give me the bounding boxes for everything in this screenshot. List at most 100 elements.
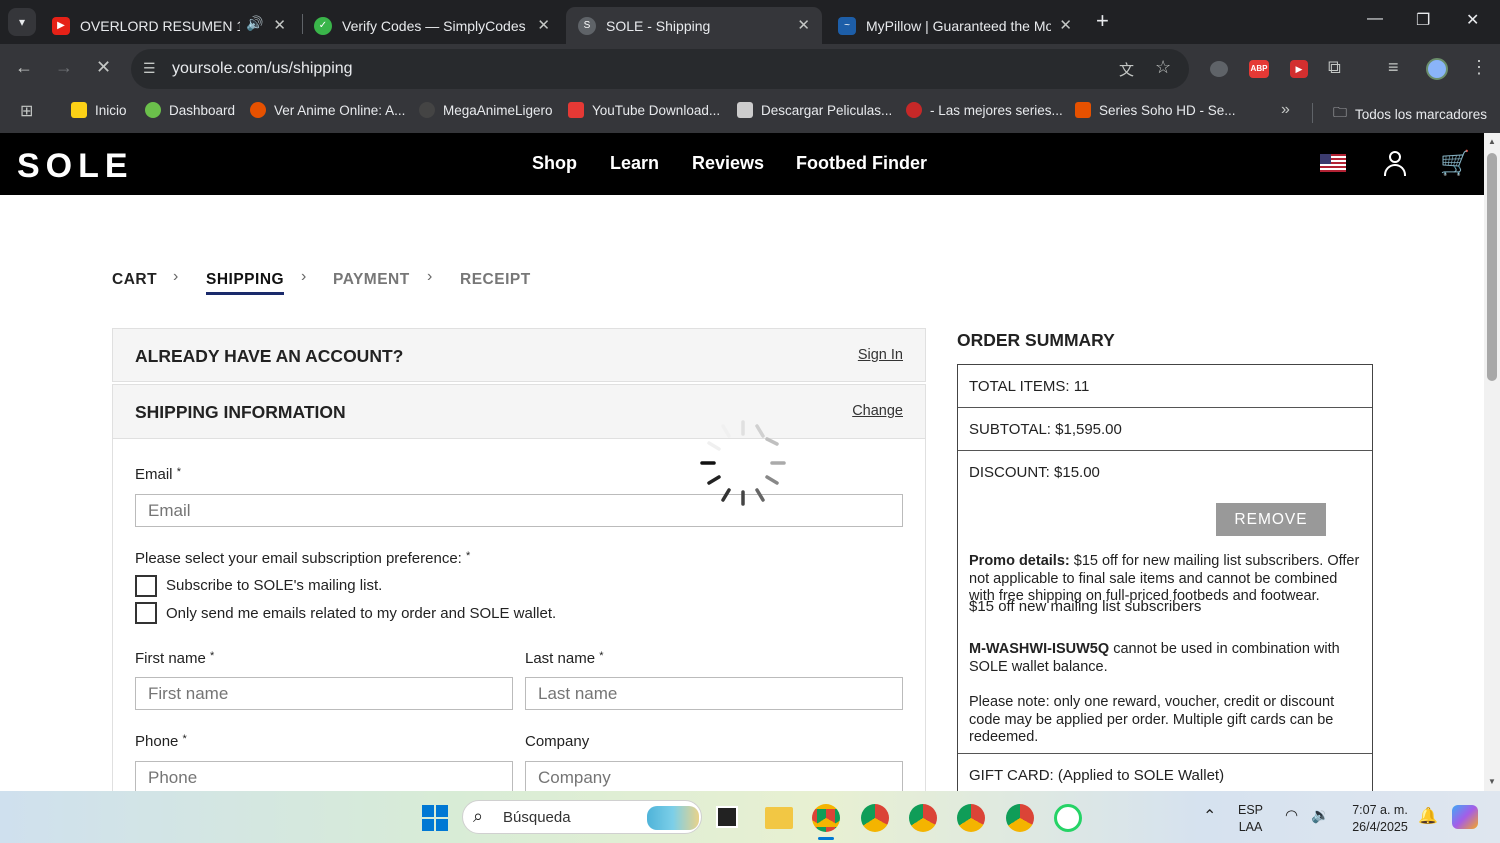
page-scrollbar[interactable]: ▲ ▼	[1484, 133, 1500, 791]
video-downloader-icon[interactable]: ▶	[1290, 60, 1308, 78]
close-window-icon[interactable]: ✕	[1466, 10, 1479, 30]
language-indicator[interactable]: ESP LAA	[1238, 802, 1263, 836]
adblock-icon[interactable]: ABP	[1249, 60, 1269, 78]
notifications-icon[interactable]: 🔔	[1418, 806, 1438, 826]
company-field[interactable]	[525, 761, 903, 794]
gift-card-text: GIFT CARD: (Applied to SOLE Wallet)	[969, 767, 1225, 784]
bookmark-descargar-peliculas[interactable]: Descargar Peliculas...	[737, 102, 892, 118]
close-tab-icon[interactable]: ✕	[1059, 16, 1072, 34]
chrome-profile-4-icon[interactable]	[957, 804, 985, 832]
extension-icon[interactable]	[1210, 61, 1228, 77]
taskbar-search[interactable]: ⌕ Búsqueda	[462, 800, 702, 834]
breadcrumb-cart[interactable]: CART	[112, 271, 157, 289]
all-bookmarks-folder[interactable]: 🗀 Todos los marcadores	[1333, 102, 1487, 126]
close-tab-icon[interactable]: ✕	[273, 16, 286, 34]
order-emails-checkbox[interactable]	[135, 602, 157, 624]
site-info-icon[interactable]: ☰	[143, 60, 156, 77]
breadcrumb-shipping[interactable]: SHIPPING	[206, 271, 285, 295]
order-emails-option-label[interactable]: Only send me emails related to my order …	[166, 605, 556, 622]
sole-logo[interactable]: SOLE	[17, 147, 134, 186]
change-link[interactable]: Change	[852, 403, 903, 419]
tab-mypillow[interactable]: ~ MyPillow | Guaranteed the Mos ✕	[826, 7, 1084, 44]
nav-shop[interactable]: Shop	[532, 153, 577, 174]
email-field[interactable]	[135, 494, 903, 527]
scrollbar-thumb[interactable]	[1487, 153, 1497, 381]
stop-loading-icon[interactable]: ✕	[96, 57, 111, 78]
whatsapp-icon[interactable]	[1054, 804, 1082, 832]
tab-simplycodes[interactable]: ✓ Verify Codes — SimplyCodes ✕	[302, 7, 562, 44]
url-text[interactable]: yoursole.com/us/shipping	[172, 60, 353, 78]
sign-in-link[interactable]: Sign In	[858, 347, 903, 363]
bookmark-star-icon[interactable]: ☆	[1155, 57, 1171, 78]
last-name-field[interactable]	[525, 677, 903, 710]
chrome-profile-2-icon[interactable]	[861, 804, 889, 832]
bookmark-mejores-series[interactable]: - Las mejores series...	[906, 102, 1063, 118]
nav-footbed-finder[interactable]: Footbed Finder	[796, 153, 927, 174]
search-icon: ⌕	[473, 806, 484, 826]
scroll-down-icon[interactable]: ▼	[1488, 777, 1496, 786]
chrome-profile-5-icon[interactable]	[1006, 804, 1034, 832]
windows-start-icon[interactable]	[422, 805, 448, 831]
restore-icon[interactable]: ❐	[1416, 10, 1430, 30]
task-view-icon[interactable]	[716, 806, 738, 828]
bookmark-dashboard[interactable]: Dashboard	[145, 102, 235, 118]
bookmark-icon	[568, 102, 584, 118]
promo-details: Promo details: $15 off for new mailing l…	[969, 553, 1361, 606]
required-mark: *	[210, 650, 215, 662]
discount-text: DISCOUNT: $15.00	[969, 464, 1100, 481]
phone-label-text: Phone	[135, 733, 179, 750]
forward-icon[interactable]: →	[55, 57, 73, 78]
more-bookmarks-icon[interactable]: »	[1281, 101, 1290, 119]
remove-discount-button[interactable]: REMOVE	[1216, 503, 1326, 536]
shipping-title: SHIPPING INFORMATION	[135, 402, 346, 422]
bookmark-megaanime[interactable]: MegaAnimeLigero	[419, 102, 553, 118]
nav-reviews[interactable]: Reviews	[692, 153, 764, 174]
minimize-icon[interactable]: —	[1367, 10, 1383, 28]
file-explorer-icon[interactable]	[765, 807, 793, 829]
bookmark-label: Series Soho HD - Se...	[1099, 102, 1236, 118]
show-hidden-icons[interactable]: ⌃	[1203, 806, 1216, 826]
subtotal-row: SUBTOTAL: $1,595.00	[958, 408, 1372, 451]
bookmark-youtube-download[interactable]: YouTube Download...	[568, 102, 720, 118]
nav-learn[interactable]: Learn	[610, 153, 659, 174]
tab-overlord[interactable]: ▶ OVERLORD RESUMEN 1-4 | 🔊 ✕	[40, 7, 298, 44]
cart-icon[interactable]: 🛒	[1440, 149, 1470, 178]
phone-field[interactable]	[135, 761, 513, 794]
tab-title: Verify Codes — SimplyCodes	[342, 17, 526, 34]
profile-avatar[interactable]	[1426, 58, 1448, 80]
sole-favicon-icon: S	[578, 16, 596, 35]
close-tab-icon[interactable]: ✕	[537, 16, 550, 34]
us-flag-icon[interactable]	[1320, 154, 1346, 172]
media-control-icon[interactable]: ≡	[1388, 57, 1399, 78]
last-name-label-text: Last name	[525, 650, 596, 667]
subscribe-option-label[interactable]: Subscribe to SOLE's mailing list.	[166, 577, 382, 594]
lang-code: ESP	[1238, 803, 1264, 817]
translate-icon[interactable]: 文	[1119, 59, 1134, 80]
subscribe-checkbox[interactable]	[135, 575, 157, 597]
copilot-icon[interactable]	[1452, 805, 1478, 829]
volume-icon[interactable]: 🔉	[1311, 806, 1330, 824]
chrome-profile-3-icon[interactable]	[909, 804, 937, 832]
new-tab-icon[interactable]: +	[1096, 8, 1109, 34]
tab-search-button[interactable]: ▾	[8, 8, 36, 36]
back-icon[interactable]: ←	[15, 57, 33, 78]
chrome-icon[interactable]	[812, 804, 840, 832]
wifi-icon[interactable]: ◠	[1285, 806, 1298, 824]
first-name-field[interactable]	[135, 677, 513, 710]
tab-sole-shipping[interactable]: S SOLE - Shipping ✕	[566, 7, 822, 44]
promo-code-note: M-WASHWI-ISUW5Q cannot be used in combin…	[969, 641, 1361, 676]
chrome-menu-icon[interactable]: ⋮	[1470, 57, 1488, 78]
clock[interactable]: 7:07 a. m. 26/4/2025	[1344, 802, 1416, 836]
address-bar[interactable]: ☰ yoursole.com/us/shipping 文 ☆	[131, 49, 1189, 89]
extensions-puzzle-icon[interactable]: ⧉	[1328, 57, 1341, 78]
account-icon[interactable]	[1384, 151, 1406, 177]
bookmark-inicio[interactable]: Inicio	[71, 102, 127, 118]
scroll-up-icon[interactable]: ▲	[1488, 137, 1496, 146]
speaker-icon[interactable]: 🔊	[246, 15, 263, 32]
apps-grid-icon[interactable]: ⊞	[20, 101, 33, 121]
bookmark-anime-online[interactable]: Ver Anime Online: A...	[250, 102, 405, 118]
folder-icon: 🗀	[1333, 104, 1347, 120]
close-tab-icon[interactable]: ✕	[797, 16, 810, 34]
bookmark-label: Inicio	[95, 102, 127, 118]
bookmark-series-soho[interactable]: Series Soho HD - Se...	[1075, 102, 1236, 118]
